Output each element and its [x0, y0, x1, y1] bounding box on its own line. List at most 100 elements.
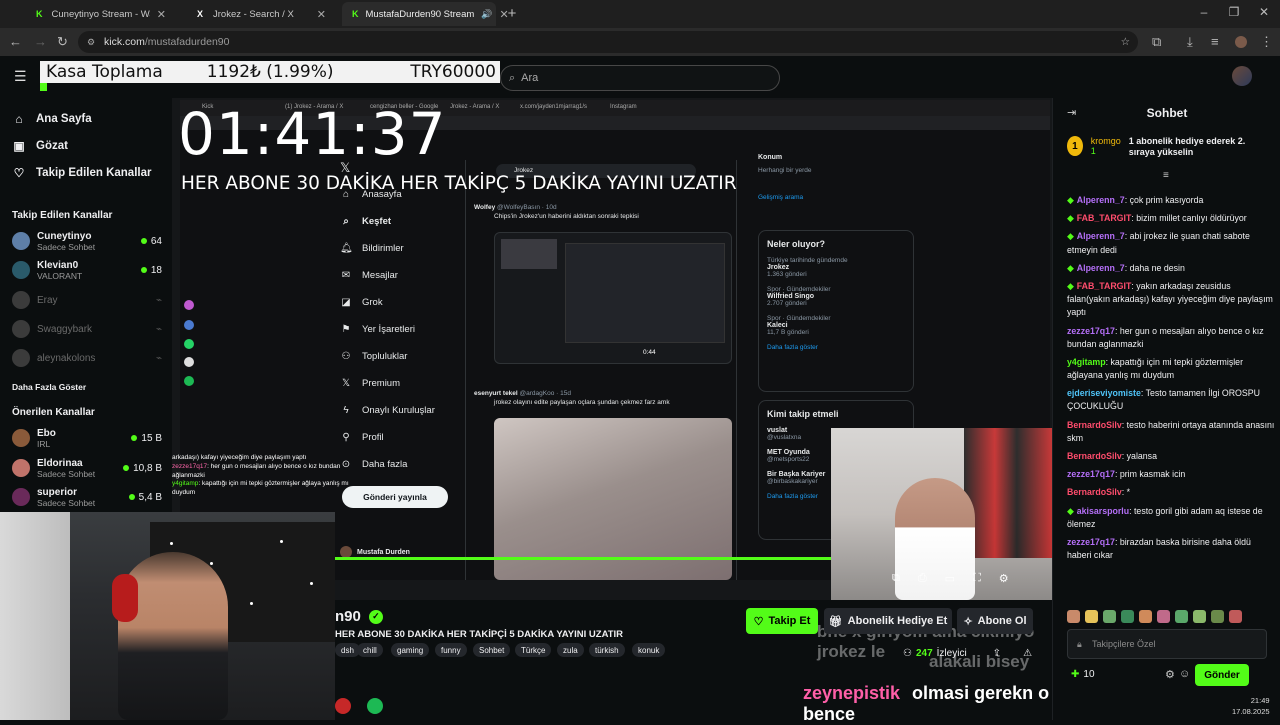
chat-username[interactable]: BernardoSilv — [1067, 451, 1122, 461]
send-button[interactable]: Gönder — [1195, 664, 1249, 686]
chat-settings-gear-icon[interactable]: ⚙ — [1165, 668, 1175, 681]
chat-title: Sohbet — [1146, 106, 1188, 120]
sidebar-item-home[interactable]: ⌂ Ana Sayfa — [12, 112, 91, 126]
pip-icon[interactable]: ⧉ — [892, 572, 900, 585]
viewer-count: 18 — [150, 264, 162, 276]
stream-tag[interactable]: gaming — [391, 643, 430, 657]
x-post: esenyurt tekel @ardagKoo · 15d jrokez ol… — [474, 390, 732, 406]
stream-tag[interactable]: Türkçe — [515, 643, 552, 657]
channel-points[interactable]: ✚ 10 — [1071, 669, 1095, 680]
chat-username[interactable]: FAB_TARGIT — [1077, 281, 1132, 291]
subscribe-button[interactable]: ✧ Abone Ol — [957, 608, 1033, 634]
emote-picker-icon[interactable]: ☺ — [1179, 668, 1190, 680]
chat-username[interactable]: Alperenn_7 — [1077, 231, 1125, 241]
follow-handle: @birbaskakariyer — [767, 478, 818, 485]
fullscreen-icon[interactable]: ⛶ — [973, 572, 981, 585]
emote-icon[interactable] — [1193, 610, 1206, 623]
stream-tag[interactable]: Sohbet — [473, 643, 511, 657]
donation-goal-widget: Kasa Toplama 1192₺ (1.99%) TRY60000 — [40, 61, 500, 83]
chat-username[interactable]: zezze17q17 — [1067, 326, 1115, 336]
channel-item-eray[interactable]: Eray ⌁ — [12, 287, 162, 313]
x-nav-label: Onaylı Kuruluşlar — [362, 405, 435, 416]
follow-button-label: Takip Et — [768, 615, 811, 627]
x-nav-communities: ⚇ Topluluklar — [340, 351, 408, 362]
chat-username[interactable]: akisarsporlu — [1077, 506, 1129, 516]
gift-sub-button[interactable]: 🎁︎ Abonelik Hediye Et — [824, 608, 952, 634]
emote-icon[interactable] — [1175, 610, 1188, 623]
report-icon[interactable]: ⚠ — [1023, 648, 1032, 659]
menu-kebab-icon[interactable]: ⋮ — [1260, 34, 1273, 50]
profile-avatar-icon[interactable] — [1235, 36, 1247, 48]
emote-icon[interactable] — [1157, 610, 1170, 623]
channel-item-klevian0[interactable]: Klevian0 VALORANT 18 — [12, 257, 162, 283]
emote-icon[interactable] — [1229, 610, 1242, 623]
tab-close-icon[interactable]: ✕ — [157, 8, 166, 21]
theater-mode-icon[interactable]: ▭ — [945, 572, 955, 585]
stream-tag[interactable]: zula — [557, 643, 584, 657]
media-control-icon[interactable]: ≡ — [1211, 34, 1219, 49]
stream-tag[interactable]: chill — [357, 643, 383, 657]
channel-name[interactable]: n90 — [335, 608, 361, 625]
minimize-icon[interactable]: – — [1196, 5, 1212, 19]
chat-username[interactable]: zezze17q17 — [1067, 537, 1115, 547]
chat-username[interactable]: ejderiseviyomiste — [1067, 388, 1141, 398]
window-close-icon[interactable]: ✕ — [1256, 5, 1272, 19]
download-icon[interactable]: ⤓ — [1187, 34, 1193, 50]
back-icon[interactable]: ← — [9, 34, 22, 49]
search-input[interactable]: ⌕ Ara — [500, 65, 780, 91]
channel-item-cuneytinyo[interactable]: Cuneytinyo Sadece Sohbet 64 — [12, 228, 162, 254]
stream-tag[interactable]: türkish — [589, 643, 625, 657]
channel-item-eldorinaa[interactable]: Eldorinaa Sadece Sohbet 10,8 B — [12, 455, 162, 481]
clip-icon[interactable]: ⎙ — [918, 572, 927, 585]
emote-icon[interactable] — [1085, 610, 1098, 623]
emote-icon[interactable] — [1211, 610, 1224, 623]
channel-item-aleynakolons[interactable]: aleynakolons ⌁ — [12, 345, 162, 371]
site-info-icon[interactable]: ⚙ — [87, 37, 95, 48]
browser-tab-cuneytinyo[interactable]: K Cuneytinyo Stream - Watch Live ✕ — [24, 2, 176, 26]
new-tab-icon[interactable]: + — [504, 5, 520, 22]
follow-button[interactable]: ♡ Takip Et — [746, 608, 818, 634]
user-avatar[interactable] — [1232, 66, 1252, 86]
follow-title: Kimi takip etmeli — [767, 409, 839, 419]
stream-tag[interactable]: konuk — [632, 643, 666, 657]
emote-icon[interactable] — [1067, 610, 1080, 623]
url-field[interactable]: ⚙ kick.com/mustafadurden90 ☆ — [78, 31, 1138, 53]
show-more-link[interactable]: Daha Fazla Göster — [12, 382, 86, 392]
sidebar-item-browse[interactable]: ▣ Gözat — [12, 139, 68, 153]
emote-icon[interactable] — [1139, 610, 1152, 623]
restore-icon[interactable]: ❐ — [1226, 5, 1242, 19]
reload-icon[interactable]: ↻ — [57, 34, 68, 50]
chat-input[interactable]: 🔒︎ Takipçilere Özel — [1067, 629, 1267, 659]
star-decoration — [280, 540, 283, 543]
chat-username[interactable]: y4gitamp — [1067, 357, 1106, 367]
emote-icon[interactable] — [1121, 610, 1134, 623]
forward-icon[interactable]: → — [34, 34, 47, 49]
chat-username[interactable]: Alperenn_7 — [1077, 195, 1125, 205]
bookmark-icon: ⚑ — [341, 324, 351, 335]
tab-close-icon[interactable]: ✕ — [317, 8, 326, 21]
messenger-icon — [184, 320, 194, 330]
chat-username[interactable]: BernardoSilv — [1067, 420, 1122, 430]
hamburger-menu-icon[interactable]: ☰ — [14, 68, 27, 85]
subathon-banner: HER ABONE 30 DAKİKA HER TAKİPÇ 5 DAKİKA … — [181, 173, 737, 194]
chat-username[interactable]: FAB_TARGIT — [1077, 213, 1132, 223]
channel-item-superior[interactable]: superior Sadece Sohbet 5,4 B — [12, 484, 162, 510]
sidebar-item-following[interactable]: ♡ Takip Edilen Kanallar — [12, 166, 152, 180]
browser-tab-jrokez-search[interactable]: X Jrokez - Search / X ✕ — [184, 2, 336, 26]
channel-item-ebo[interactable]: Ebo IRL 15 B — [12, 425, 162, 451]
expand-pinned-icon[interactable]: ≡ — [1163, 170, 1169, 181]
settings-gear-icon[interactable]: ⚙ — [999, 572, 1009, 585]
audio-playing-icon[interactable]: 🔊 — [481, 9, 492, 20]
x-nav-grok: ◪ Grok — [340, 297, 382, 308]
bookmark-star-icon[interactable]: ☆ — [1121, 36, 1130, 48]
emote-icon[interactable] — [1103, 610, 1116, 623]
channel-item-swaggybark[interactable]: Swaggybark ⌁ — [12, 316, 162, 342]
chat-username[interactable]: BernardoSilv — [1067, 487, 1122, 497]
browser-tab-mustafadurden90[interactable]: K MustafaDurden90 Stream 🔊 ✕ — [342, 2, 509, 26]
chat-username[interactable]: Alperenn_7 — [1077, 263, 1125, 273]
chat-username[interactable]: zezze17q17 — [1067, 469, 1115, 479]
extensions-icon[interactable]: ⧉ — [1152, 34, 1161, 50]
stream-tag[interactable]: funny — [435, 643, 467, 657]
share-icon[interactable]: ⇪ — [993, 648, 1001, 659]
badge-icon: ◆ — [1067, 231, 1074, 242]
